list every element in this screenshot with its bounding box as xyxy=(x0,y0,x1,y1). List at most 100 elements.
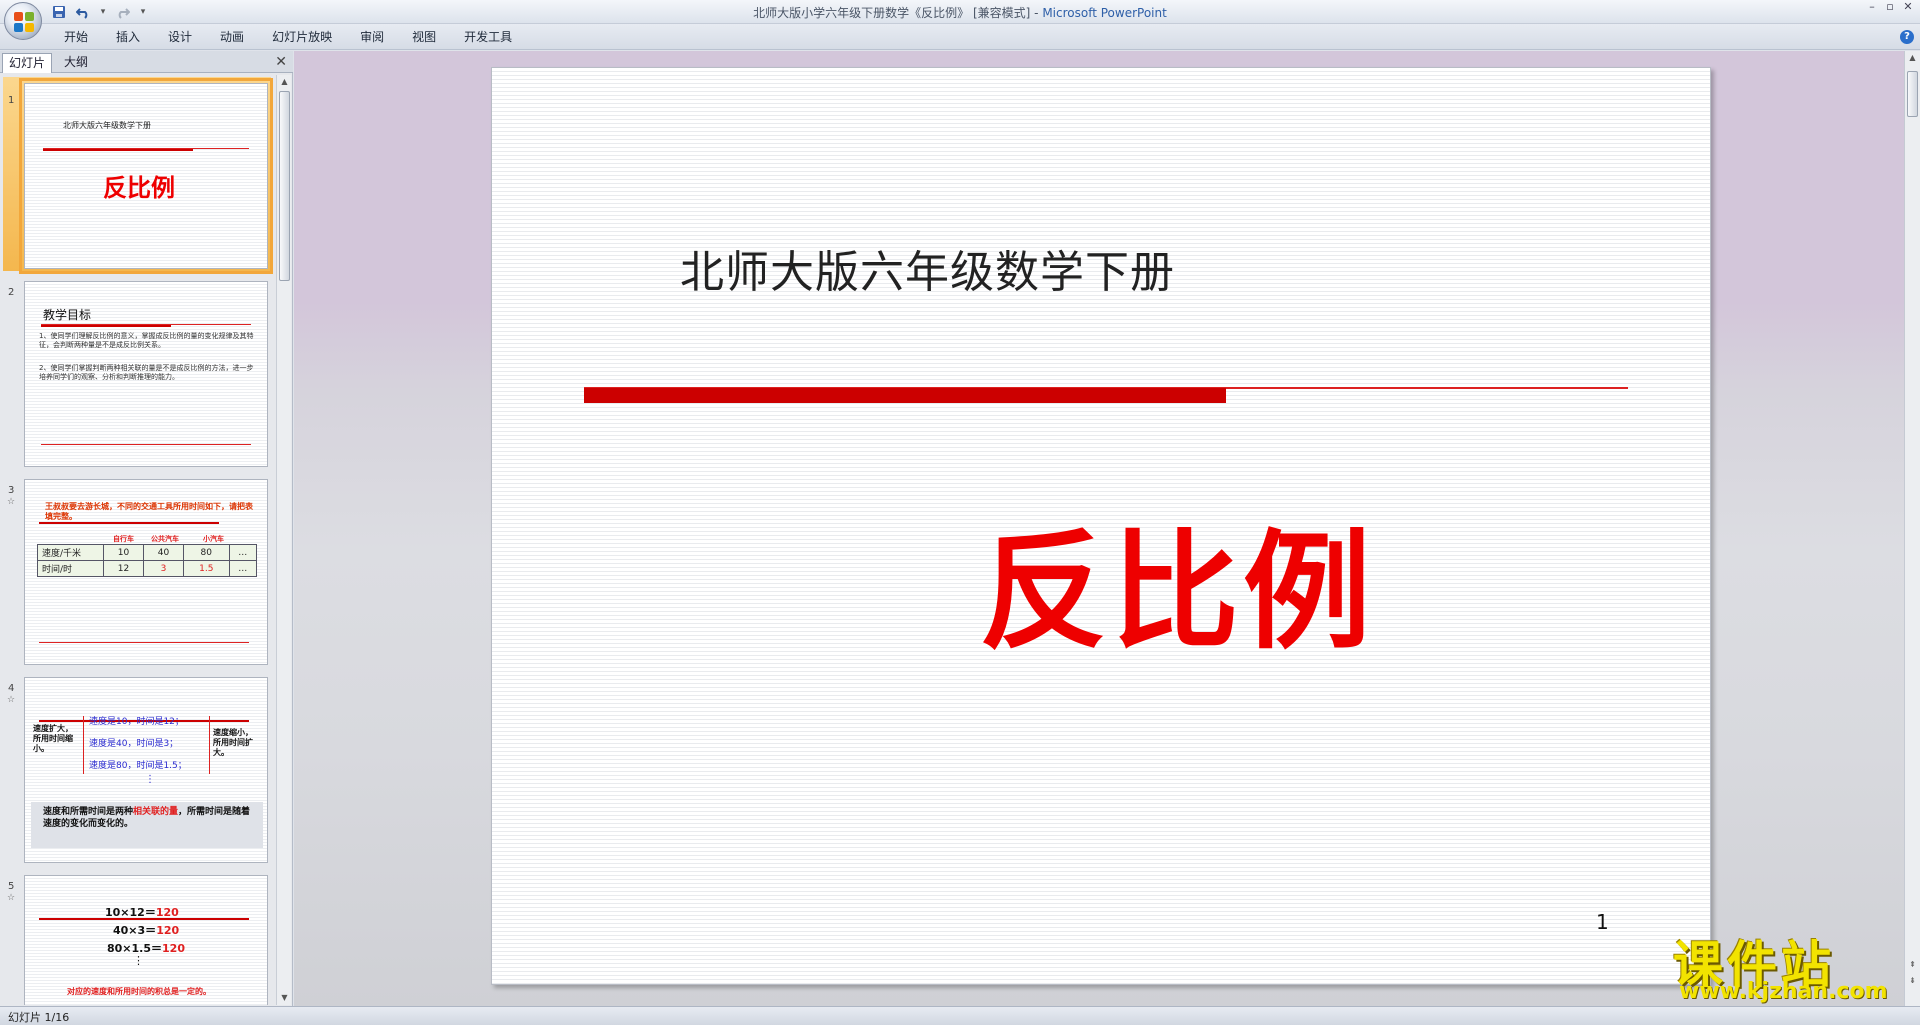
thumb-line-3: 速度是80，时间是1.5； xyxy=(89,761,187,771)
help-icon[interactable]: ? xyxy=(1900,30,1914,44)
slide-title[interactable]: 反比例 xyxy=(492,488,1712,673)
tab-animations[interactable]: 动画 xyxy=(206,29,258,45)
animation-star-icon: ☆ xyxy=(7,893,16,903)
watermark-url: www.kjzhan.com xyxy=(1679,979,1888,1004)
scroll-up-icon[interactable]: ▲ xyxy=(278,75,291,89)
tab-developer[interactable]: 开发工具 xyxy=(450,29,526,45)
table-row: 时间/时 12 3 1.5 … xyxy=(37,560,258,577)
slide-subtitle[interactable]: 北师大版六年级数学下册 xyxy=(680,236,1175,300)
table-cell: 10 xyxy=(103,544,144,561)
tab-insert[interactable]: 插入 xyxy=(102,29,154,45)
slide-scrollbar[interactable]: ▲ ⇞ ⇟ xyxy=(1904,51,1920,1006)
scroll-up-icon[interactable]: ▲ xyxy=(1906,51,1919,65)
tab-home[interactable]: 开始 xyxy=(50,29,102,45)
scrollbar-thumb[interactable] xyxy=(1907,71,1918,117)
slide-editing-area: 北师大版六年级数学下册 反比例 1 xyxy=(294,51,1904,1006)
thumb-number: 1 xyxy=(8,95,15,106)
thumbnail-scrollbar[interactable]: ▲ ▼ xyxy=(276,75,291,1005)
thumb-equation-1: 10×12＝120 xyxy=(105,904,179,920)
window-controls: – ▫ ✕ xyxy=(1864,1,1916,15)
table-row: 速度/千米 10 40 80 … xyxy=(37,544,258,561)
tab-review[interactable]: 审阅 xyxy=(346,29,398,45)
thumb-summary: 速度和所需时间是两种相关联的量，所需时间是随着速度的变化而变化的。 xyxy=(31,802,263,848)
thumb-summary-a: 速度和所需时间是两种 xyxy=(43,807,134,817)
tab-design[interactable]: 设计 xyxy=(154,29,206,45)
thumb-heading: 王叔叔要去游长城，不同的交通工具所用时间如下，请把表填完整。 xyxy=(45,502,253,521)
tab-slides[interactable]: 幻灯片 xyxy=(2,53,53,73)
thumb-number: 3 xyxy=(8,485,15,496)
thumb-summary-highlight: 相关联的量 xyxy=(133,807,179,817)
close-panel-icon[interactable]: ✕ xyxy=(275,54,287,70)
thumb-result: 120 xyxy=(162,942,185,955)
thumb-col-car: 小汽车 xyxy=(203,535,224,543)
table-cell: 40 xyxy=(142,544,184,561)
tab-slideshow[interactable]: 幻灯片放映 xyxy=(258,29,346,45)
thumb-subtitle: 北师大版六年级数学下册 xyxy=(63,121,151,130)
thumbnail-list: 1 北师大版六年级数学下册 反比例 2 教学目标 1、使同学们理解反比例的意义，… xyxy=(0,75,274,1005)
animation-star-icon: ☆ xyxy=(7,695,16,705)
thumb-bracket-left xyxy=(83,716,84,774)
previous-slide-icon[interactable]: ⇞ xyxy=(1906,958,1919,972)
thumb-number: 4 xyxy=(8,683,15,694)
restore-icon[interactable]: ▫ xyxy=(1882,1,1898,15)
panel-tabs: 幻灯片 大纲 ✕ xyxy=(0,51,293,73)
slides-panel: 幻灯片 大纲 ✕ 1 北师大版六年级数学下册 反比例 2 教学目标 1、使同学们… xyxy=(0,51,293,1006)
thumb-bottom-line xyxy=(41,444,251,445)
ribbon-tabs: 开始 插入 设计 动画 幻灯片放映 审阅 视图 开发工具 xyxy=(50,29,526,45)
minimize-icon[interactable]: – xyxy=(1864,1,1880,15)
thumb-table: 速度/千米 10 40 80 … 时间/时 12 3 1.5 … xyxy=(37,544,258,577)
thumb-ellipsis: ⋮ xyxy=(145,774,155,785)
animation-star-icon: ☆ xyxy=(7,497,16,507)
table-cell: 速度/千米 xyxy=(37,544,104,561)
table-cell: 12 xyxy=(103,560,144,577)
tab-outline[interactable]: 大纲 xyxy=(58,53,94,73)
thumb-bottom-line xyxy=(39,642,249,643)
office-logo-icon xyxy=(14,12,34,32)
table-cell: … xyxy=(228,560,258,577)
window-title: 北师大版小学六年级下册数学《反比例》 [兼容模式] - Microsoft Po… xyxy=(0,4,1920,21)
scrollbar-thumb[interactable] xyxy=(279,91,290,281)
office-button[interactable] xyxy=(4,2,42,40)
current-slide[interactable]: 北师大版六年级数学下册 反比例 1 xyxy=(491,67,1711,985)
table-cell: 80 xyxy=(182,544,230,561)
thumb-eq2: 40×3＝ xyxy=(113,924,157,937)
thumb-line-1: 速度是10，时间是12； xyxy=(89,717,184,727)
thumb-bracket-right xyxy=(209,716,210,774)
thumb-red-line xyxy=(41,324,251,325)
thumb-col-bike: 自行车 xyxy=(113,535,134,543)
table-cell: 1.5 xyxy=(182,560,230,577)
slide-red-bar xyxy=(584,388,1226,403)
slide-counter: 幻灯片 1/16 xyxy=(8,1011,70,1024)
thumb-heading: 教学目标 xyxy=(43,308,92,322)
tab-view[interactable]: 视图 xyxy=(398,29,450,45)
thumb-left-note: 速度扩大，所用时间缩小。 xyxy=(33,724,73,753)
thumb-red-line xyxy=(43,148,249,149)
slide-thumbnail-3[interactable]: 王叔叔要去游长城，不同的交通工具所用时间如下，请把表填完整。 自行车 公共汽车 … xyxy=(24,479,268,665)
thumb-eq1: 10×12＝ xyxy=(105,906,156,919)
scroll-down-icon[interactable]: ▼ xyxy=(278,991,291,1005)
status-bar: 幻灯片 1/16 xyxy=(0,1006,1920,1025)
slide-thumbnail-2[interactable]: 教学目标 1、使同学们理解反比例的意义，掌握成反比例的量的变化规律及其特征，会判… xyxy=(24,281,268,467)
table-cell: 3 xyxy=(142,560,184,577)
title-bar: ▾ ▾ 北师大版小学六年级下册数学《反比例》 [兼容模式] - Microsof… xyxy=(0,0,1920,24)
slide-thumbnail-1[interactable]: 北师大版六年级数学下册 反比例 xyxy=(19,78,273,274)
thumb-number: 5 xyxy=(8,881,15,892)
thumb-note: 对应的速度和所用时间的积总是一定的。 xyxy=(67,987,211,996)
slide-thumbnail-4[interactable]: 速度扩大，所用时间缩小。 速度是10，时间是12； 速度是40，时间是3； 速度… xyxy=(24,677,268,863)
window-title-doc: 北师大版小学六年级下册数学《反比例》 [兼容模式] - xyxy=(753,6,1043,20)
slide-number: 1 xyxy=(1596,910,1609,934)
close-icon[interactable]: ✕ xyxy=(1900,1,1916,15)
thumb-title: 反比例 xyxy=(103,173,175,202)
thumb-result: 120 xyxy=(156,924,180,937)
thumb-number: 2 xyxy=(8,287,15,298)
table-cell: 时间/时 xyxy=(37,560,104,577)
window-title-app: Microsoft PowerPoint xyxy=(1042,6,1167,20)
thumb-col-bus: 公共汽车 xyxy=(151,535,179,543)
thumb-right-note: 速度缩小，所用时间扩大。 xyxy=(213,728,253,757)
thumb-goal-1: 1、使同学们理解反比例的意义，掌握成反比例的量的变化规律及其特征，会判断两种量是… xyxy=(39,332,254,349)
ribbon: 开始 插入 设计 动画 幻灯片放映 审阅 视图 开发工具 ? xyxy=(0,24,1920,50)
watermark-logo: 课件站 www.kjzhan.com xyxy=(1667,925,1897,1005)
slide-thumbnail-5[interactable]: 10×12＝120 40×3＝120 80×1.5＝120 ⋮ 对应的速度和所用… xyxy=(24,875,268,1005)
next-slide-icon[interactable]: ⇟ xyxy=(1906,974,1919,988)
table-cell: … xyxy=(228,544,258,561)
